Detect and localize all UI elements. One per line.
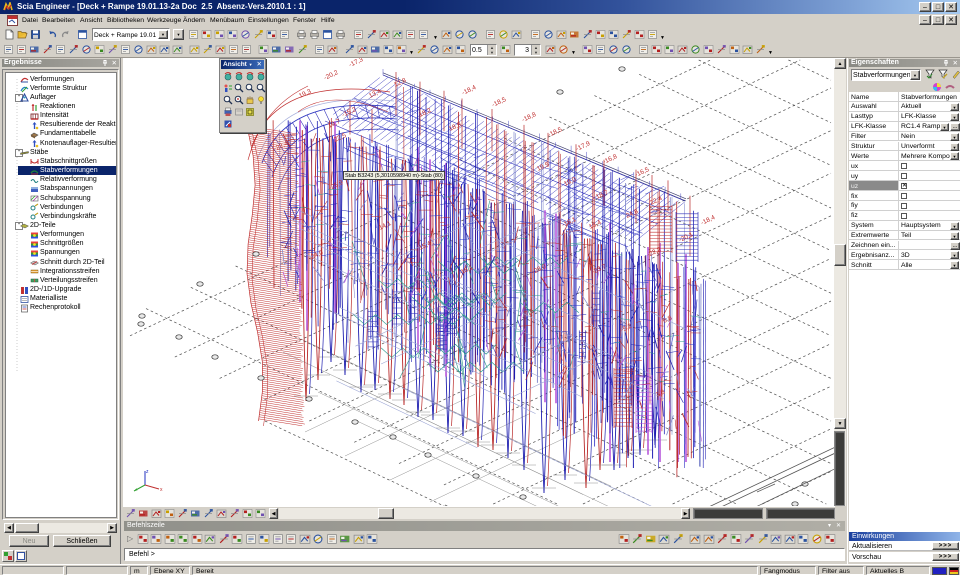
svg-text:-17,9: -17,9	[575, 140, 592, 153]
svg-text:-18,5: -18,5	[491, 96, 508, 109]
svg-text:19,3: 19,3	[298, 88, 313, 100]
svg-text:16,4: 16,4	[588, 219, 603, 231]
svg-text:-20,2: -20,2	[323, 69, 340, 82]
svg-text:-23,7: -23,7	[591, 263, 608, 276]
svg-text:-18,8: -18,8	[521, 111, 538, 124]
svg-text:z: z	[146, 469, 149, 475]
svg-text:-17,3: -17,3	[348, 58, 365, 69]
svg-text:-16,5: -16,5	[634, 166, 651, 179]
svg-text:14,1: 14,1	[378, 220, 393, 232]
svg-text:12,8: 12,8	[393, 77, 408, 89]
svg-text:-18,5: -18,5	[547, 126, 564, 139]
svg-text:18,7: 18,7	[595, 189, 610, 201]
svg-text:-15,2: -15,2	[341, 106, 358, 119]
svg-text:x: x	[160, 487, 163, 493]
svg-text:6,8: 6,8	[662, 314, 673, 324]
svg-text:-16,8: -16,8	[602, 153, 619, 166]
svg-text:-18,4: -18,4	[700, 214, 717, 227]
svg-text:22,4: 22,4	[649, 195, 664, 207]
svg-text:-18,4: -18,4	[461, 84, 478, 97]
